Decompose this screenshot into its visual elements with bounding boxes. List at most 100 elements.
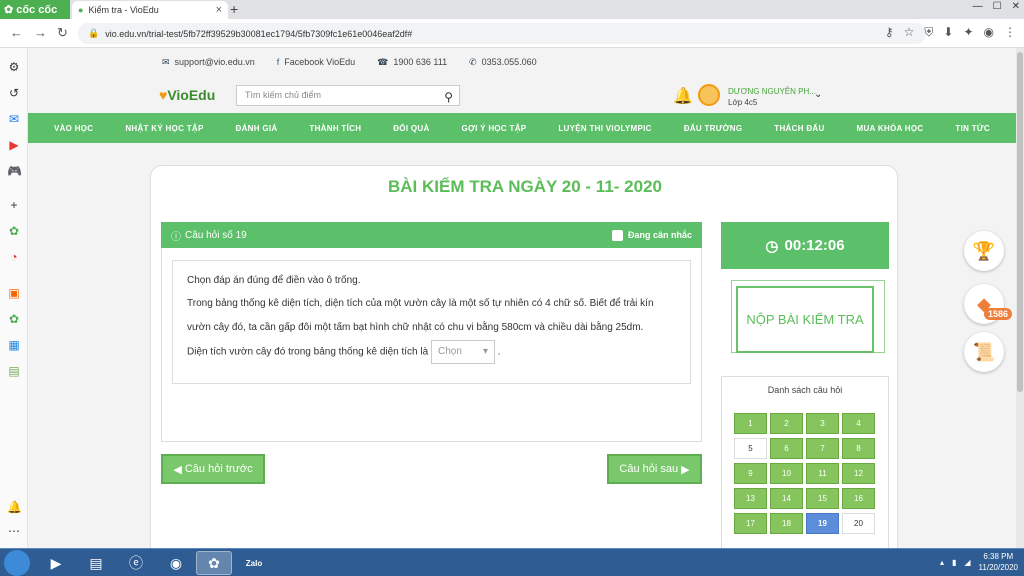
menu-item-dau-truong[interactable]: ĐẤU TRƯỜNG	[684, 124, 743, 133]
user-info[interactable]: DƯƠNG NGUYỄN PH... Lớp 4c5	[728, 86, 816, 108]
question-cell-9[interactable]: 9	[734, 463, 767, 484]
file-explorer-icon[interactable]: ▤	[78, 551, 114, 575]
messenger-icon[interactable]: ✉	[7, 112, 21, 126]
menu-item-danh-gia[interactable]: ĐÁNH GIÁ	[236, 124, 278, 133]
coccoc-taskbar-icon[interactable]: ✿	[196, 551, 232, 575]
question-cell-20[interactable]: 20	[842, 513, 875, 534]
avatar[interactable]	[698, 84, 720, 106]
bookmark-star-icon[interactable]: ☆	[904, 25, 915, 40]
extension-icon[interactable]: ✦	[963, 25, 973, 40]
timer-icon[interactable]: ◔	[7, 250, 21, 264]
shield-icon[interactable]: ⛨	[924, 25, 933, 40]
search-icon[interactable]: ⚲	[444, 88, 453, 107]
question-cell-10[interactable]: 10	[770, 463, 803, 484]
submit-test-button[interactable]: NỘP BÀI KIỂM TRA	[736, 286, 874, 353]
maximize-button[interactable]: ☐	[993, 1, 1002, 12]
page-scrollbar[interactable]	[1016, 48, 1024, 548]
game-thumb-icon[interactable]: ▤	[7, 364, 21, 378]
close-tab-icon[interactable]: ×	[216, 4, 222, 16]
question-cell-8[interactable]: 8	[842, 438, 875, 459]
facebook-link[interactable]: f Facebook VioEdu	[277, 57, 355, 68]
question-cell-12[interactable]: 12	[842, 463, 875, 484]
menu-item-vao-hoc[interactable]: VÀO HỌC	[54, 124, 93, 133]
browser-brand-label: cốc cốc	[16, 3, 58, 16]
coccoc-icon[interactable]: ✿	[7, 224, 21, 238]
reload-icon[interactable]: ↻	[57, 25, 68, 41]
coccoc-green-icon[interactable]: ✿	[7, 312, 21, 326]
browser-menu-icon[interactable]: ⋮	[1004, 25, 1016, 40]
question-cell-18[interactable]: 18	[770, 513, 803, 534]
question-cell-1[interactable]: 1	[734, 413, 767, 434]
search-placeholder: Tìm kiếm chủ điểm	[245, 90, 322, 100]
media-player-icon[interactable]: ▶	[38, 551, 74, 575]
chevron-down-icon[interactable]: ⌄	[814, 89, 822, 100]
scroll-icon[interactable]: 📜	[964, 332, 1004, 372]
checkbox-icon[interactable]	[611, 229, 623, 241]
more-icon[interactable]: ⋯	[7, 524, 21, 538]
url-field[interactable]: 🔒 vio.edu.vn/trial-test/5fb72ff39529b300…	[78, 23, 926, 44]
profile-icon[interactable]: ◉	[984, 25, 994, 40]
vioedu-logo[interactable]: ♥VioEdu	[159, 87, 215, 103]
question-cell-3[interactable]: 3	[806, 413, 839, 434]
question-cell-13[interactable]: 13	[734, 488, 767, 509]
menu-item-tin-tuc[interactable]: TIN TỨC	[955, 124, 990, 133]
diamond-count-badge: 1586	[984, 308, 1013, 320]
history-icon[interactable]: ↺	[7, 86, 21, 100]
notification-bell-icon[interactable]: 🔔	[7, 500, 22, 514]
question-cell-4[interactable]: 4	[842, 413, 875, 434]
question-cell-16[interactable]: 16	[842, 488, 875, 509]
volume-icon[interactable]: ◢	[964, 558, 970, 567]
scrollbar-thumb[interactable]	[1017, 52, 1023, 392]
minimize-button[interactable]: —	[973, 1, 983, 12]
question-cell-6[interactable]: 6	[770, 438, 803, 459]
menu-item-thanh-tich[interactable]: THÀNH TÍCH	[309, 124, 361, 133]
key-icon[interactable]: ⚷	[885, 25, 894, 40]
question-cell-14[interactable]: 14	[770, 488, 803, 509]
add-shortcut-icon[interactable]: +	[7, 198, 21, 212]
browser-tab[interactable]: ● Kiểm tra - VioEdu ×	[72, 1, 228, 19]
lock-icon: 🔒	[88, 28, 100, 38]
system-clock[interactable]: 6:38 PM 11/20/2020	[979, 551, 1018, 573]
network-icon[interactable]: ▮	[952, 558, 956, 567]
question-cell-7[interactable]: 7	[806, 438, 839, 459]
menu-item-violympic[interactable]: LUYỆN THI VIOLYMPIC	[558, 124, 651, 133]
zalo-icon[interactable]: Zalo	[236, 551, 272, 575]
question-cell-5[interactable]: 5	[734, 438, 767, 459]
next-question-button[interactable]: Câu hỏi sau ▶	[607, 454, 702, 484]
youtube-icon[interactable]: ▶	[7, 138, 21, 152]
question-cell-11[interactable]: 11	[806, 463, 839, 484]
support-email[interactable]: ✉ support@vio.edu.vn	[162, 57, 255, 68]
facebook-icon: f	[276, 57, 280, 67]
question-cell-19[interactable]: 19	[806, 513, 839, 534]
question-cell-15[interactable]: 15	[806, 488, 839, 509]
sale-icon[interactable]: ▦	[7, 338, 21, 352]
question-cell-2[interactable]: 2	[770, 413, 803, 434]
considering-checkbox[interactable]: Đang cân nhắc	[611, 229, 692, 241]
menu-item-doi-qua[interactable]: ĐỔI QUÀ	[393, 124, 429, 133]
question-cell-17[interactable]: 17	[734, 513, 767, 534]
download-icon[interactable]: ⬇	[943, 25, 953, 40]
forward-arrow-icon[interactable]: →	[34, 25, 47, 40]
menu-item-nhat-ky[interactable]: NHẬT KÝ HỌC TẬP	[125, 124, 203, 133]
prev-question-button[interactable]: ◀ Câu hỏi trước	[161, 454, 265, 484]
coccoc-menu-button[interactable]: ✿ cốc cốc	[0, 0, 70, 19]
menu-item-mua-khoa-hoc[interactable]: MUA KHÓA HỌC	[856, 124, 923, 133]
close-window-button[interactable]: ✕	[1012, 1, 1020, 12]
chrome-icon[interactable]: ◉	[158, 551, 194, 575]
tray-arrow-icon[interactable]: ▴	[940, 558, 944, 567]
notification-bell-icon[interactable]: 🔔	[673, 86, 693, 106]
back-arrow-icon[interactable]: ←	[10, 25, 23, 40]
search-input[interactable]: Tìm kiếm chủ điểm ⚲	[236, 85, 460, 106]
settings-gear-icon[interactable]: ⚙	[7, 60, 21, 74]
internet-explorer-icon[interactable]: ⓔ	[118, 551, 154, 575]
game-icon[interactable]: 🎮	[7, 164, 22, 178]
shop-icon[interactable]: ▣	[7, 286, 21, 300]
new-tab-button[interactable]: +	[230, 1, 238, 17]
start-button[interactable]	[4, 550, 30, 576]
hotline-2[interactable]: ✆ 0353.055.060	[469, 57, 537, 68]
menu-item-goi-y[interactable]: GỢI Ý HỌC TẬP	[461, 124, 526, 133]
answer-select[interactable]: Chọn	[430, 340, 495, 364]
ranking-trophy-icon[interactable]: 🏆	[964, 231, 1004, 271]
menu-item-thach-dau[interactable]: THÁCH ĐẤU	[774, 124, 824, 133]
hotline-1[interactable]: ☎ 1900 636 111	[377, 57, 447, 68]
